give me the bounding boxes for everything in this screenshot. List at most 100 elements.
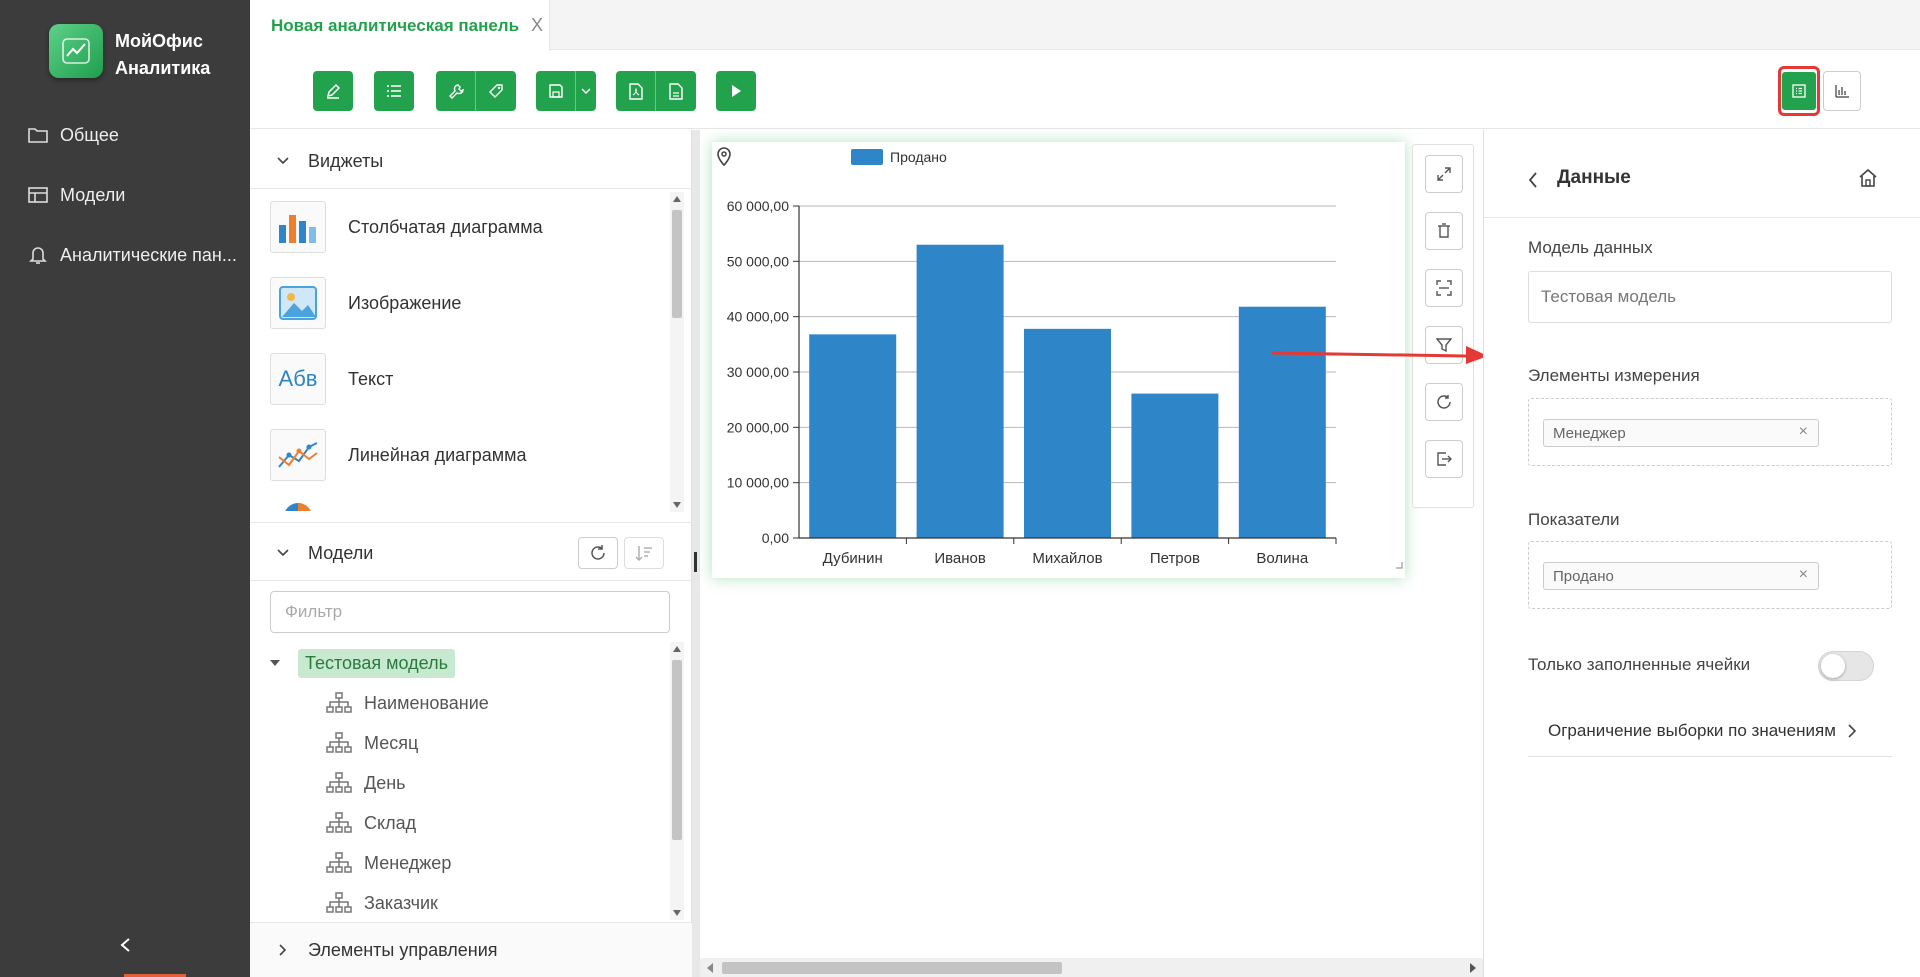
edit-button[interactable] — [313, 71, 353, 111]
tree-item-label: Менеджер — [364, 852, 452, 873]
settings-button[interactable] — [436, 71, 476, 111]
chip-label: Менеджер — [1553, 424, 1626, 442]
tree-model-test[interactable]: Тестовая модель — [270, 648, 455, 678]
tree-dimension-item[interactable]: Менеджер — [326, 848, 451, 878]
models-scrollbar[interactable] — [670, 642, 684, 920]
widget-image[interactable]: Изображение — [270, 273, 670, 333]
tree-dimension-item[interactable]: День — [326, 768, 406, 798]
nav-item-label: Модели — [60, 184, 126, 205]
chart-settings-toggle[interactable] — [1823, 71, 1861, 111]
remove-chip-icon[interactable]: × — [1799, 566, 1808, 584]
tree-dimension-item[interactable]: Наименование — [326, 688, 489, 718]
refresh-widget-button[interactable] — [1425, 383, 1463, 421]
widgets-scrollbar[interactable] — [670, 192, 684, 512]
filled-only-toggle[interactable] — [1818, 651, 1874, 681]
tree-dimension-item[interactable]: Склад — [326, 808, 416, 838]
dashboard-canvas[interactable]: Продано 0,00 10 000,00 20 000,00 30 000,00 4… — [700, 130, 1488, 977]
widget-library-panel: Виджеты Столбчатая диаграмма Изображение… — [250, 130, 692, 977]
export-pdf-button[interactable] — [616, 71, 656, 111]
save-button[interactable] — [536, 71, 576, 111]
widget-text[interactable]: Абв Текст — [270, 349, 670, 409]
y-tick-label: 60 000,00 — [727, 198, 789, 214]
save-options-dropdown[interactable] — [576, 71, 596, 111]
hierarchy-icon — [326, 732, 352, 753]
widget-pie-chart-partial[interactable] — [270, 499, 326, 511]
y-tick-label: 50 000,00 — [727, 253, 789, 269]
bell-icon — [29, 247, 47, 264]
app-sidebar: МойОфис Аналитика Общее Модели Аналитиче… — [0, 0, 250, 977]
back-button[interactable] — [1528, 166, 1548, 194]
delete-widget-button[interactable] — [1425, 212, 1463, 250]
preview-button[interactable] — [716, 71, 756, 111]
tree-root-label: Тестовая модель — [298, 648, 455, 678]
x-tick-label: Иванов — [934, 550, 986, 567]
sort-icon — [635, 546, 652, 561]
hierarchy-icon — [326, 692, 352, 713]
chevron-down-icon — [581, 87, 591, 94]
export-file-button[interactable] — [656, 71, 696, 111]
section-title: Виджеты — [308, 150, 384, 171]
tab-new-dashboard[interactable]: Новая аналитическая панель X — [250, 0, 550, 51]
widgets-section-header[interactable]: Виджеты — [250, 132, 692, 190]
refresh-icon — [1437, 395, 1451, 409]
measures-label: Показатели — [1528, 510, 1620, 529]
canvas-horizontal-scrollbar[interactable] — [700, 958, 1483, 977]
export-widget-button[interactable] — [1425, 440, 1463, 478]
nav-item-dashboards[interactable]: Аналитические пан... — [28, 240, 237, 270]
nav-item-general[interactable]: Общее — [28, 120, 119, 150]
x-tick-label: Дубинин — [823, 550, 883, 567]
tab-close-icon[interactable]: X — [531, 15, 543, 36]
tag-button[interactable] — [476, 71, 516, 111]
data-model-select[interactable]: Тестовая модель — [1528, 271, 1892, 323]
data-settings-panel: Данные Модель данных Тестовая модель Эле… — [1483, 130, 1920, 977]
widget-bar-chart[interactable]: Столбчатая диаграмма — [270, 197, 670, 257]
chevron-left-icon — [120, 938, 130, 952]
widget-line-chart[interactable]: Линейная диаграмма — [270, 425, 670, 485]
text-icon: Абв — [270, 353, 326, 405]
file-icon — [669, 82, 683, 100]
list-button[interactable] — [374, 71, 414, 111]
y-tick-label: 10 000,00 — [727, 475, 789, 491]
chevron-right-icon — [1848, 723, 1857, 738]
nav-item-models[interactable]: Модели — [28, 180, 125, 210]
remove-chip-icon[interactable]: × — [1799, 423, 1808, 441]
hierarchy-icon — [326, 852, 352, 873]
data-panel-toggle[interactable] — [1778, 66, 1820, 116]
toolbar — [250, 51, 1920, 129]
text-glyph: Абв — [278, 366, 318, 391]
chevron-down-icon — [277, 549, 289, 557]
panel-splitter[interactable] — [692, 130, 700, 977]
refresh-models-button[interactable] — [578, 537, 618, 569]
bar[interactable] — [1024, 328, 1111, 538]
y-tick-label: 40 000,00 — [727, 309, 789, 325]
dimensions-dropzone[interactable]: Менеджер × — [1528, 398, 1892, 466]
tree-item-label: Месяц — [364, 732, 419, 753]
home-button[interactable] — [1858, 168, 1878, 193]
expand-widget-button[interactable] — [1425, 155, 1463, 193]
nav-item-label: Общее — [60, 124, 119, 145]
tree-dimension-item[interactable]: Заказчик — [326, 888, 438, 918]
controls-section-header[interactable]: Элементы управления — [250, 922, 692, 977]
widget-label: Изображение — [348, 292, 462, 313]
tree-item-label: Наименование — [364, 692, 489, 713]
location-pin-icon[interactable] — [717, 147, 731, 167]
bar[interactable] — [916, 244, 1004, 538]
sort-models-button[interactable] — [624, 537, 664, 569]
value-limit-link[interactable]: Ограничение выборки по значениям — [1528, 705, 1892, 757]
models-filter-input[interactable] — [270, 591, 670, 633]
dimension-chip: Менеджер × — [1543, 419, 1819, 447]
bar[interactable] — [1131, 393, 1219, 538]
resize-handle-icon[interactable] — [1396, 562, 1403, 569]
bar[interactable] — [809, 334, 897, 538]
pie-chart-icon — [285, 503, 311, 511]
divider — [250, 188, 692, 189]
expand-icon — [1437, 167, 1451, 181]
tree-dimension-item[interactable]: Месяц — [326, 728, 418, 758]
wrench-icon — [448, 84, 464, 99]
fit-widget-button[interactable] — [1425, 269, 1463, 307]
divider — [250, 522, 692, 523]
caret-down-icon[interactable] — [270, 660, 280, 666]
link-label: Ограничение выборки по значениям — [1548, 720, 1836, 740]
sidebar-collapse-button[interactable] — [112, 932, 138, 958]
measures-dropzone[interactable]: Продано × — [1528, 541, 1892, 609]
